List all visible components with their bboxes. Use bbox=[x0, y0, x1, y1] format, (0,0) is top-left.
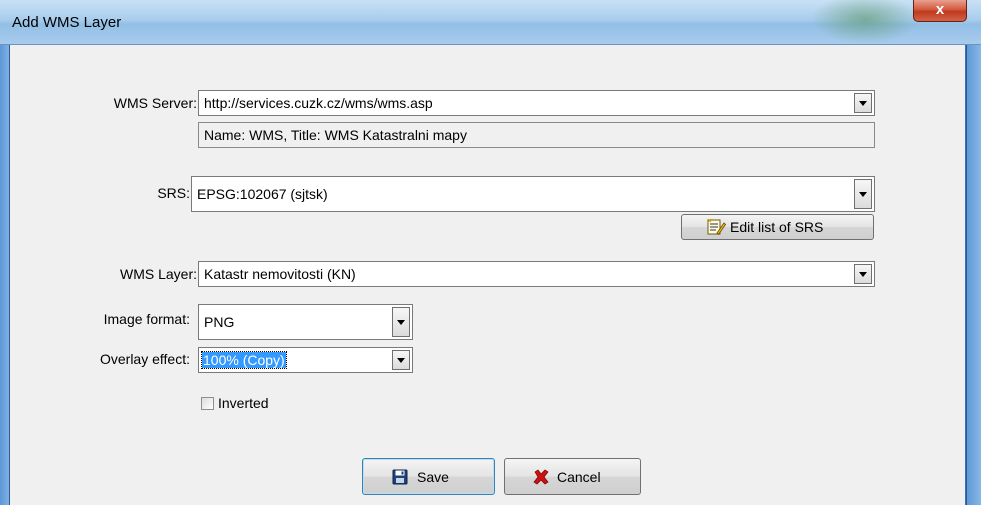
srs-dropdown-button[interactable] bbox=[854, 179, 872, 209]
chevron-down-icon bbox=[397, 320, 405, 325]
window-frame-right bbox=[966, 0, 981, 505]
wms-server-info: Name: WMS, Title: WMS Katastralni mapy bbox=[198, 122, 875, 148]
window-frame-left bbox=[0, 0, 10, 505]
wms-server-value: http://services.cuzk.cz/wms/wms.asp bbox=[204, 95, 433, 111]
title-bar[interactable]: Add WMS Layer x bbox=[0, 0, 981, 45]
chevron-down-icon bbox=[859, 192, 867, 197]
overlay-effect-dropdown-button[interactable] bbox=[392, 350, 410, 370]
wms-server-info-text: Name: WMS, Title: WMS Katastralni mapy bbox=[204, 127, 467, 143]
wms-server-combo[interactable]: http://services.cuzk.cz/wms/wms.asp bbox=[198, 90, 875, 116]
close-icon: x bbox=[935, 1, 945, 18]
wms-server-label: WMS Server: bbox=[113, 95, 197, 111]
floppy-disk-icon bbox=[392, 469, 408, 488]
cancel-button[interactable]: Cancel bbox=[504, 458, 641, 495]
wms-layer-label: WMS Layer: bbox=[119, 266, 197, 282]
cancel-label: Cancel bbox=[557, 469, 601, 485]
wms-layer-value: Katastr nemovitosti (KN) bbox=[204, 266, 356, 282]
image-format-combo[interactable]: PNG bbox=[198, 304, 413, 340]
edit-srs-label: Edit list of SRS bbox=[730, 219, 824, 235]
image-format-label: Image format: bbox=[103, 311, 190, 327]
image-format-value: PNG bbox=[204, 314, 235, 330]
chevron-down-icon bbox=[859, 272, 867, 277]
edit-srs-button[interactable]: Edit list of SRS bbox=[681, 214, 874, 240]
red-x-icon bbox=[533, 469, 549, 488]
window-title: Add WMS Layer bbox=[12, 14, 122, 31]
inverted-label: Inverted bbox=[218, 395, 269, 411]
overlay-effect-combo[interactable]: 100% (Copy) bbox=[198, 347, 413, 373]
save-label: Save bbox=[417, 469, 449, 485]
image-format-dropdown-button[interactable] bbox=[392, 307, 410, 337]
overlay-effect-selected-text: 100% (Copy) bbox=[201, 351, 287, 369]
wms-server-dropdown-button[interactable] bbox=[854, 93, 872, 113]
save-button[interactable]: Save bbox=[362, 458, 495, 495]
overlay-effect-value: 100% (Copy) bbox=[201, 351, 287, 369]
dialog-body: WMS Server: http://services.cuzk.cz/wms/… bbox=[10, 45, 965, 505]
wms-layer-dropdown-button[interactable] bbox=[854, 264, 872, 284]
inverted-checkbox[interactable] bbox=[201, 397, 214, 410]
screen: Add WMS Layer x WMS Server: http://servi… bbox=[0, 0, 981, 505]
overlay-effect-label: Overlay effect: bbox=[99, 351, 190, 367]
title-bar-decoration bbox=[810, 0, 920, 44]
srs-combo[interactable]: EPSG:102067 (sjtsk) bbox=[191, 176, 875, 212]
srs-value: EPSG:102067 (sjtsk) bbox=[197, 186, 328, 202]
wms-layer-combo[interactable]: Katastr nemovitosti (KN) bbox=[198, 261, 875, 287]
edit-list-icon bbox=[706, 218, 727, 239]
close-button[interactable]: x bbox=[913, 0, 967, 22]
chevron-down-icon bbox=[859, 101, 867, 106]
chevron-down-icon bbox=[397, 358, 405, 363]
srs-label: SRS: bbox=[157, 185, 190, 201]
